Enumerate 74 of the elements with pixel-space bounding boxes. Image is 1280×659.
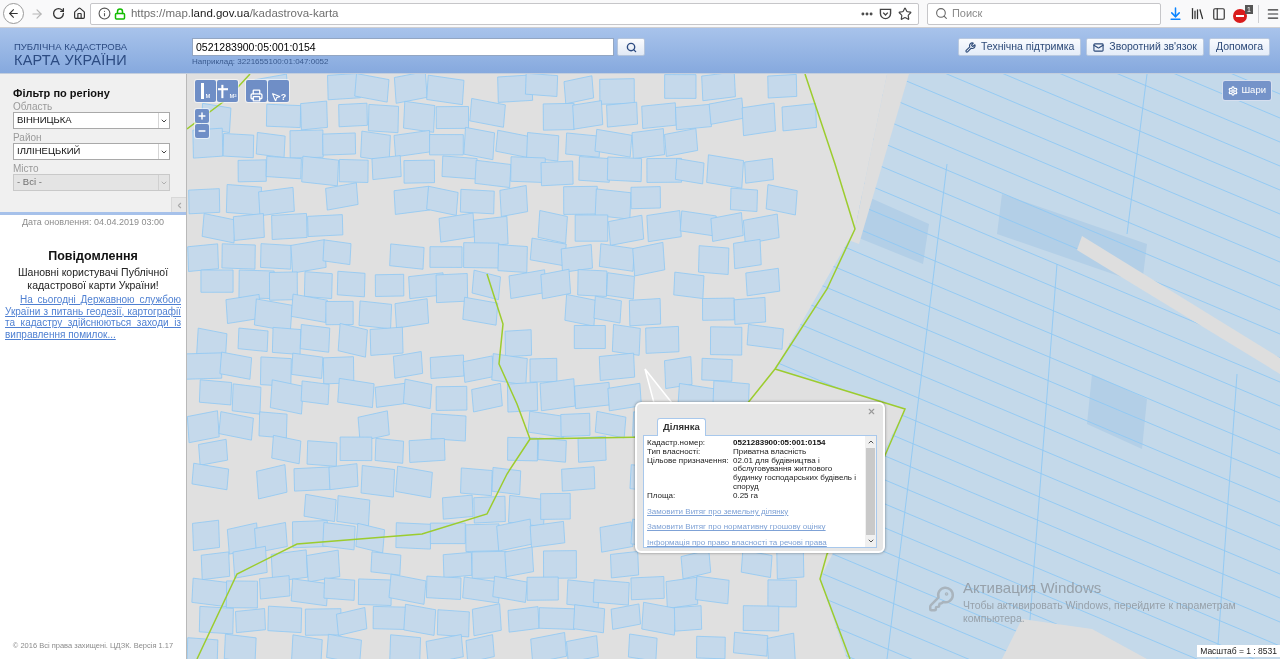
site-subtitle: ПУБЛІЧНА КАДАСТРОВА (14, 41, 128, 52)
update-date: Дата оновлення: 04.04.2019 03:00 (21, 217, 165, 228)
cadastral-search-field[interactable]: 0521283900:05:001:0154 (192, 38, 614, 56)
field-value: 02.01 для будівництва і обслуговування житлового будинку господарських будівель і споруд (733, 456, 857, 492)
home-icon (72, 7, 86, 20)
region-select[interactable]: ВІННИЦЬКА (13, 112, 170, 129)
pointer-icon (270, 92, 281, 102)
stop-sign-icon (1233, 8, 1248, 23)
search-icon (934, 7, 948, 20)
envelope-icon (1093, 41, 1105, 53)
popup-link[interactable]: Замовити Витяг про нормативну грошову оцінку (647, 523, 826, 533)
field-label: Місто (13, 163, 39, 174)
arrow-right-icon (29, 6, 44, 21)
filter-title: Фільтр по регіону (13, 87, 110, 100)
home-button[interactable] (72, 7, 86, 20)
identify-button[interactable]: ? (268, 80, 289, 102)
field-label: Кадастр.номер: (647, 439, 707, 447)
info-icon (97, 7, 111, 20)
search-button[interactable] (617, 38, 645, 56)
notice-greeting: Шановні користувачі Публічної кадастрової карти України! (16, 266, 170, 291)
plus-icon (197, 111, 207, 121)
region-select[interactable]: ІЛЛІНЕЦЬКИЙ (13, 143, 170, 160)
field-value: 0521283900:05:001:0154 (733, 439, 827, 448)
lock-icon (113, 7, 126, 20)
chevron-down-icon (866, 537, 875, 545)
download-icon (1168, 6, 1184, 21)
print-button[interactable] (246, 80, 267, 102)
layers-button[interactable]: Шари (1222, 80, 1272, 101)
search-icon (625, 41, 637, 53)
reload-button[interactable] (51, 7, 65, 20)
field-label: Площа: (647, 491, 677, 501)
close-button[interactable] (867, 406, 876, 416)
menu-button[interactable] (1266, 6, 1280, 21)
browser-search-field[interactable]: Поиск (926, 2, 1162, 25)
zoom-out-button[interactable] (195, 124, 209, 138)
field-value: Приватна власність (733, 447, 808, 456)
sidebar-icon (1212, 6, 1227, 21)
feedback-button[interactable]: Зворотний зв'язок (1086, 38, 1204, 56)
field-label: Район (13, 132, 42, 143)
popup-link[interactable]: Інформація про право власності та речові права (647, 539, 827, 548)
cross-line-icon (218, 84, 229, 99)
library-button[interactable] (1190, 6, 1206, 21)
field-value: 0.25 га (733, 491, 758, 501)
forward-button[interactable] (29, 6, 44, 21)
menu-icon (1266, 6, 1280, 21)
field-label: Цільове призначення: (647, 456, 730, 466)
sidebar-button[interactable] (1212, 6, 1227, 21)
zoom-in-button[interactable] (195, 109, 209, 123)
downloads-button[interactable] (1168, 6, 1184, 21)
arrow-left-icon (6, 7, 20, 20)
site-title: КАРТА УКРАЇНИ (14, 52, 127, 68)
activation-title: Активация Windows (963, 579, 1102, 597)
wrench-icon (964, 41, 976, 53)
notice-link[interactable]: На сьогодні Державною службою України з питань геодезії, картографії та кадастру здійснюються заходи із виправлення помилок... (0, 294, 186, 340)
notice-title: Повідомлення (48, 249, 138, 264)
reload-icon (51, 7, 65, 20)
field-label: Тип власності: (647, 447, 701, 457)
support-button[interactable]: Технічна підтримка (957, 38, 1082, 56)
close-icon (867, 406, 876, 416)
gear-icon (1228, 85, 1239, 96)
help-button[interactable]: Допомога (1208, 38, 1270, 56)
field-label: Область (13, 101, 53, 112)
map-scale: Масштаб = 1 : 8531 (1197, 645, 1280, 657)
star-icon (897, 6, 912, 21)
shield-chevron-icon (878, 7, 892, 20)
popup-link[interactable]: Замовити Витяг про земельну ділянку (647, 507, 789, 517)
address-bar[interactable]: https://map.land.gov.ua/kadastrova-karta (89, 2, 919, 25)
library-icon (1190, 6, 1206, 21)
popup-tab[interactable]: Ділянка (657, 418, 706, 436)
printer-icon (250, 89, 263, 102)
chevron-up-icon (866, 438, 875, 446)
scrollbar-thumb[interactable] (866, 448, 875, 535)
back-button[interactable] (3, 3, 24, 24)
search-hint: Наприклад: 3221655100:01:047:0052 (192, 57, 329, 66)
